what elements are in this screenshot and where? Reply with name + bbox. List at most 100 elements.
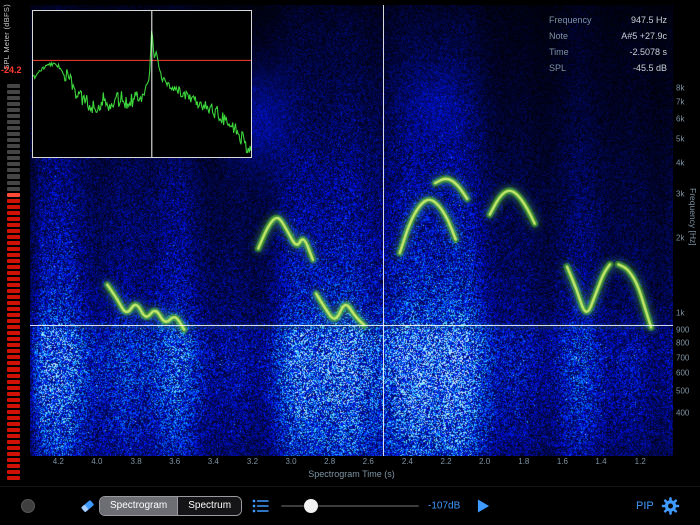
spl-meter-segment bbox=[7, 108, 20, 113]
readout-label-spl: SPL bbox=[549, 63, 567, 73]
tab-spectrum[interactable]: Spectrum bbox=[177, 497, 242, 515]
spl-meter-segment bbox=[7, 337, 20, 342]
time-tick: 1.8 bbox=[518, 457, 530, 466]
freq-tick: 3k bbox=[676, 189, 685, 199]
spl-meter-segment bbox=[7, 361, 20, 366]
gear-glyph bbox=[661, 497, 680, 515]
spl-meter-segment bbox=[7, 264, 20, 269]
spl-meter-segment bbox=[7, 283, 20, 288]
spl-meter-segment bbox=[7, 385, 20, 390]
spectrogram-plot[interactable]: Frequency 947.5 Hz Note A#5 +27.9c Time … bbox=[30, 5, 673, 456]
eraser-glyph bbox=[81, 500, 94, 512]
spl-meter-segment bbox=[7, 439, 20, 444]
spl-meter-segment bbox=[7, 307, 20, 312]
spl-meter-segment bbox=[7, 427, 20, 432]
time-tick: 2.0 bbox=[479, 457, 491, 466]
spl-meter-segment bbox=[7, 114, 20, 119]
spl-meter-title: SPL Meter (dBFS) bbox=[2, 4, 11, 70]
spl-meter-segment bbox=[7, 174, 20, 179]
spl-meter-segment bbox=[7, 222, 20, 227]
slider-value: -107dB bbox=[428, 500, 461, 512]
freq-tick: 4k bbox=[676, 158, 685, 168]
readout-row: Frequency 947.5 Hz bbox=[549, 12, 667, 28]
spl-meter-segment bbox=[7, 132, 20, 137]
spl-meter-segment bbox=[7, 138, 20, 143]
freq-tick: 1k bbox=[676, 308, 685, 318]
eraser-icon[interactable] bbox=[79, 498, 96, 515]
slider-knob[interactable] bbox=[304, 499, 319, 513]
readout-value-time: -2.5078 s bbox=[629, 47, 667, 57]
freq-tick: 2k bbox=[676, 233, 685, 243]
spl-meter-segment bbox=[7, 150, 20, 155]
spl-meter-segment bbox=[7, 210, 20, 215]
time-tick: 3.8 bbox=[130, 457, 142, 466]
spl-meter-segment bbox=[7, 319, 20, 324]
readout-value-spl: -45.5 dB bbox=[632, 63, 667, 73]
freq-tick: 6k bbox=[676, 114, 685, 124]
freq-tick: 8k bbox=[676, 83, 685, 93]
time-tick: 2.6 bbox=[362, 457, 374, 466]
spl-meter-segment bbox=[7, 355, 20, 360]
time-tick: 3.0 bbox=[285, 457, 297, 466]
spl-meter-segment bbox=[7, 162, 20, 167]
spl-meter-segment bbox=[7, 403, 20, 408]
spl-meter-segment bbox=[7, 470, 20, 475]
spl-meter-segment bbox=[7, 349, 20, 354]
settings-gear-icon[interactable] bbox=[661, 497, 680, 516]
threshold-slider[interactable] bbox=[281, 499, 419, 513]
view-mode-segmented-control: Spectrogram Spectrum bbox=[99, 496, 243, 516]
freq-tick: 500 bbox=[676, 386, 690, 396]
spl-meter-segment bbox=[7, 373, 20, 378]
spl-meter-segment bbox=[7, 295, 20, 300]
spl-meter-segment bbox=[7, 379, 20, 384]
toolbar: Spectrogram Spectrum -107dB PIP bbox=[0, 486, 700, 525]
readout-value-note: A#5 +27.9c bbox=[621, 31, 667, 41]
list-icon[interactable] bbox=[252, 499, 269, 514]
tab-spectrogram[interactable]: Spectrogram bbox=[100, 497, 178, 515]
spl-meter-segment bbox=[7, 258, 20, 263]
spl-meter-segment bbox=[7, 343, 20, 348]
spectrum-inset bbox=[32, 10, 252, 158]
app-window: SPL Meter (dBFS) -24.2 Frequency 947.5 H… bbox=[0, 0, 700, 525]
spl-meter-segment bbox=[7, 204, 20, 209]
time-tick: 4.0 bbox=[91, 457, 103, 466]
freq-tick: 900 bbox=[676, 325, 690, 335]
spl-meter-segment bbox=[7, 180, 20, 185]
crosshair-vertical[interactable] bbox=[383, 5, 384, 456]
spl-meter-segment bbox=[7, 301, 20, 306]
spl-meter-segment bbox=[7, 277, 20, 282]
spl-meter-segment bbox=[7, 192, 20, 197]
spl-meter-segment bbox=[7, 144, 20, 149]
time-tick: 1.6 bbox=[556, 457, 568, 466]
spl-meter-segment bbox=[7, 168, 20, 173]
spl-meter-segment bbox=[7, 476, 20, 481]
record-button[interactable] bbox=[21, 499, 35, 513]
freq-axis-title: Frequency [Hz] bbox=[688, 188, 698, 246]
freq-tick: 5k bbox=[676, 134, 685, 144]
spl-meter-segment bbox=[7, 156, 20, 161]
spl-meter-segment bbox=[7, 409, 20, 414]
spectrum-inset-plot bbox=[33, 11, 251, 157]
time-tick: 4.2 bbox=[52, 457, 64, 466]
spl-meter-segment bbox=[7, 451, 20, 456]
spl-meter-bar bbox=[7, 84, 20, 481]
spl-meter-segment bbox=[7, 198, 20, 203]
spl-meter-segment bbox=[7, 84, 20, 89]
readout-row: SPL -45.5 dB bbox=[549, 60, 667, 76]
spl-meter-segment bbox=[7, 228, 20, 233]
freq-tick: 700 bbox=[676, 353, 690, 363]
spl-meter-segment bbox=[7, 463, 20, 468]
slider-track[interactable] bbox=[281, 505, 419, 507]
spl-meter-segment bbox=[7, 234, 20, 239]
pip-button[interactable]: PIP bbox=[636, 500, 654, 512]
spl-meter-segment bbox=[7, 421, 20, 426]
spl-meter-segment bbox=[7, 391, 20, 396]
crosshair-horizontal[interactable] bbox=[30, 325, 673, 327]
spl-meter-segment bbox=[7, 102, 20, 107]
readout-panel: Frequency 947.5 Hz Note A#5 +27.9c Time … bbox=[549, 12, 667, 76]
spl-meter-segment bbox=[7, 397, 20, 402]
play-button[interactable] bbox=[477, 499, 490, 514]
spl-meter-segment bbox=[7, 120, 20, 125]
list-glyph bbox=[252, 499, 269, 513]
time-tick: 2.2 bbox=[440, 457, 452, 466]
